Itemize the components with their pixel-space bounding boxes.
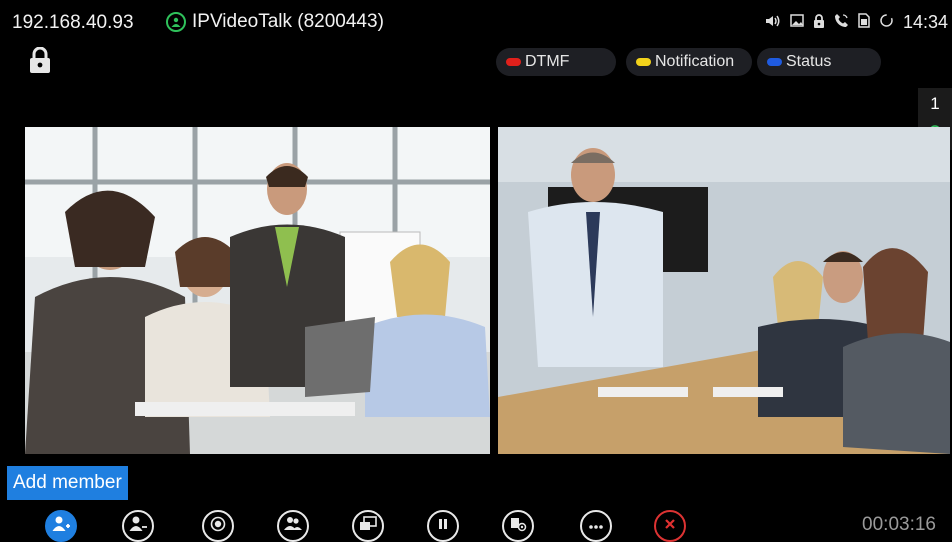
notification-label: Notification — [655, 53, 735, 70]
more-icon — [588, 517, 604, 535]
dtmf-button[interactable]: DTMF — [496, 48, 616, 76]
end-call-icon — [663, 517, 677, 536]
account-status: IPVideoTalk (8200443) — [166, 10, 384, 34]
video-feed-2[interactable] — [498, 127, 950, 454]
lock-icon — [813, 13, 825, 32]
sim-icon — [858, 13, 870, 32]
status-button[interactable]: Status — [757, 48, 881, 76]
record-icon — [210, 516, 226, 537]
account-online-icon — [166, 12, 186, 32]
add-member-tooltip: Add member — [7, 466, 128, 500]
video-feed-1[interactable] — [25, 127, 490, 454]
status-label: Status — [786, 53, 832, 70]
ip-address: 192.168.40.93 — [12, 12, 134, 33]
dtmf-color-dot — [506, 58, 521, 66]
add-member-button[interactable] — [45, 510, 77, 542]
call-icon — [834, 13, 849, 32]
end-call-button[interactable] — [654, 510, 686, 542]
sync-icon — [879, 13, 894, 32]
add-member-icon — [51, 515, 71, 538]
camera-settings-button[interactable] — [502, 510, 534, 542]
members-button[interactable] — [277, 510, 309, 542]
pause-button[interactable] — [427, 510, 459, 542]
record-button[interactable] — [202, 510, 234, 542]
remove-member-icon — [128, 515, 148, 538]
notification-color-dot — [636, 58, 651, 66]
clock: 14:34 — [902, 12, 948, 32]
screen-lock-icon[interactable] — [29, 46, 51, 78]
more-button[interactable] — [580, 510, 612, 542]
layout-number: 1 — [930, 94, 940, 113]
layout-button[interactable] — [352, 510, 384, 542]
call-duration: 00:03:16 — [862, 514, 936, 535]
members-icon — [283, 515, 303, 538]
system-icons: 14:34 — [765, 12, 948, 33]
notification-button[interactable]: Notification — [626, 48, 752, 76]
remove-member-button[interactable] — [122, 510, 154, 542]
speaker-icon — [765, 14, 781, 32]
status-color-dot — [767, 58, 782, 66]
image-icon — [790, 14, 804, 31]
status-bar: 192.168.40.93 IPVideoTalk (8200443) 14:3… — [0, 0, 952, 44]
account-name: IPVideoTalk (8200443) — [192, 11, 384, 32]
camera-settings-icon — [509, 515, 527, 538]
layout-icon — [359, 515, 377, 537]
dtmf-label: DTMF — [525, 53, 570, 70]
pause-icon — [436, 517, 450, 536]
